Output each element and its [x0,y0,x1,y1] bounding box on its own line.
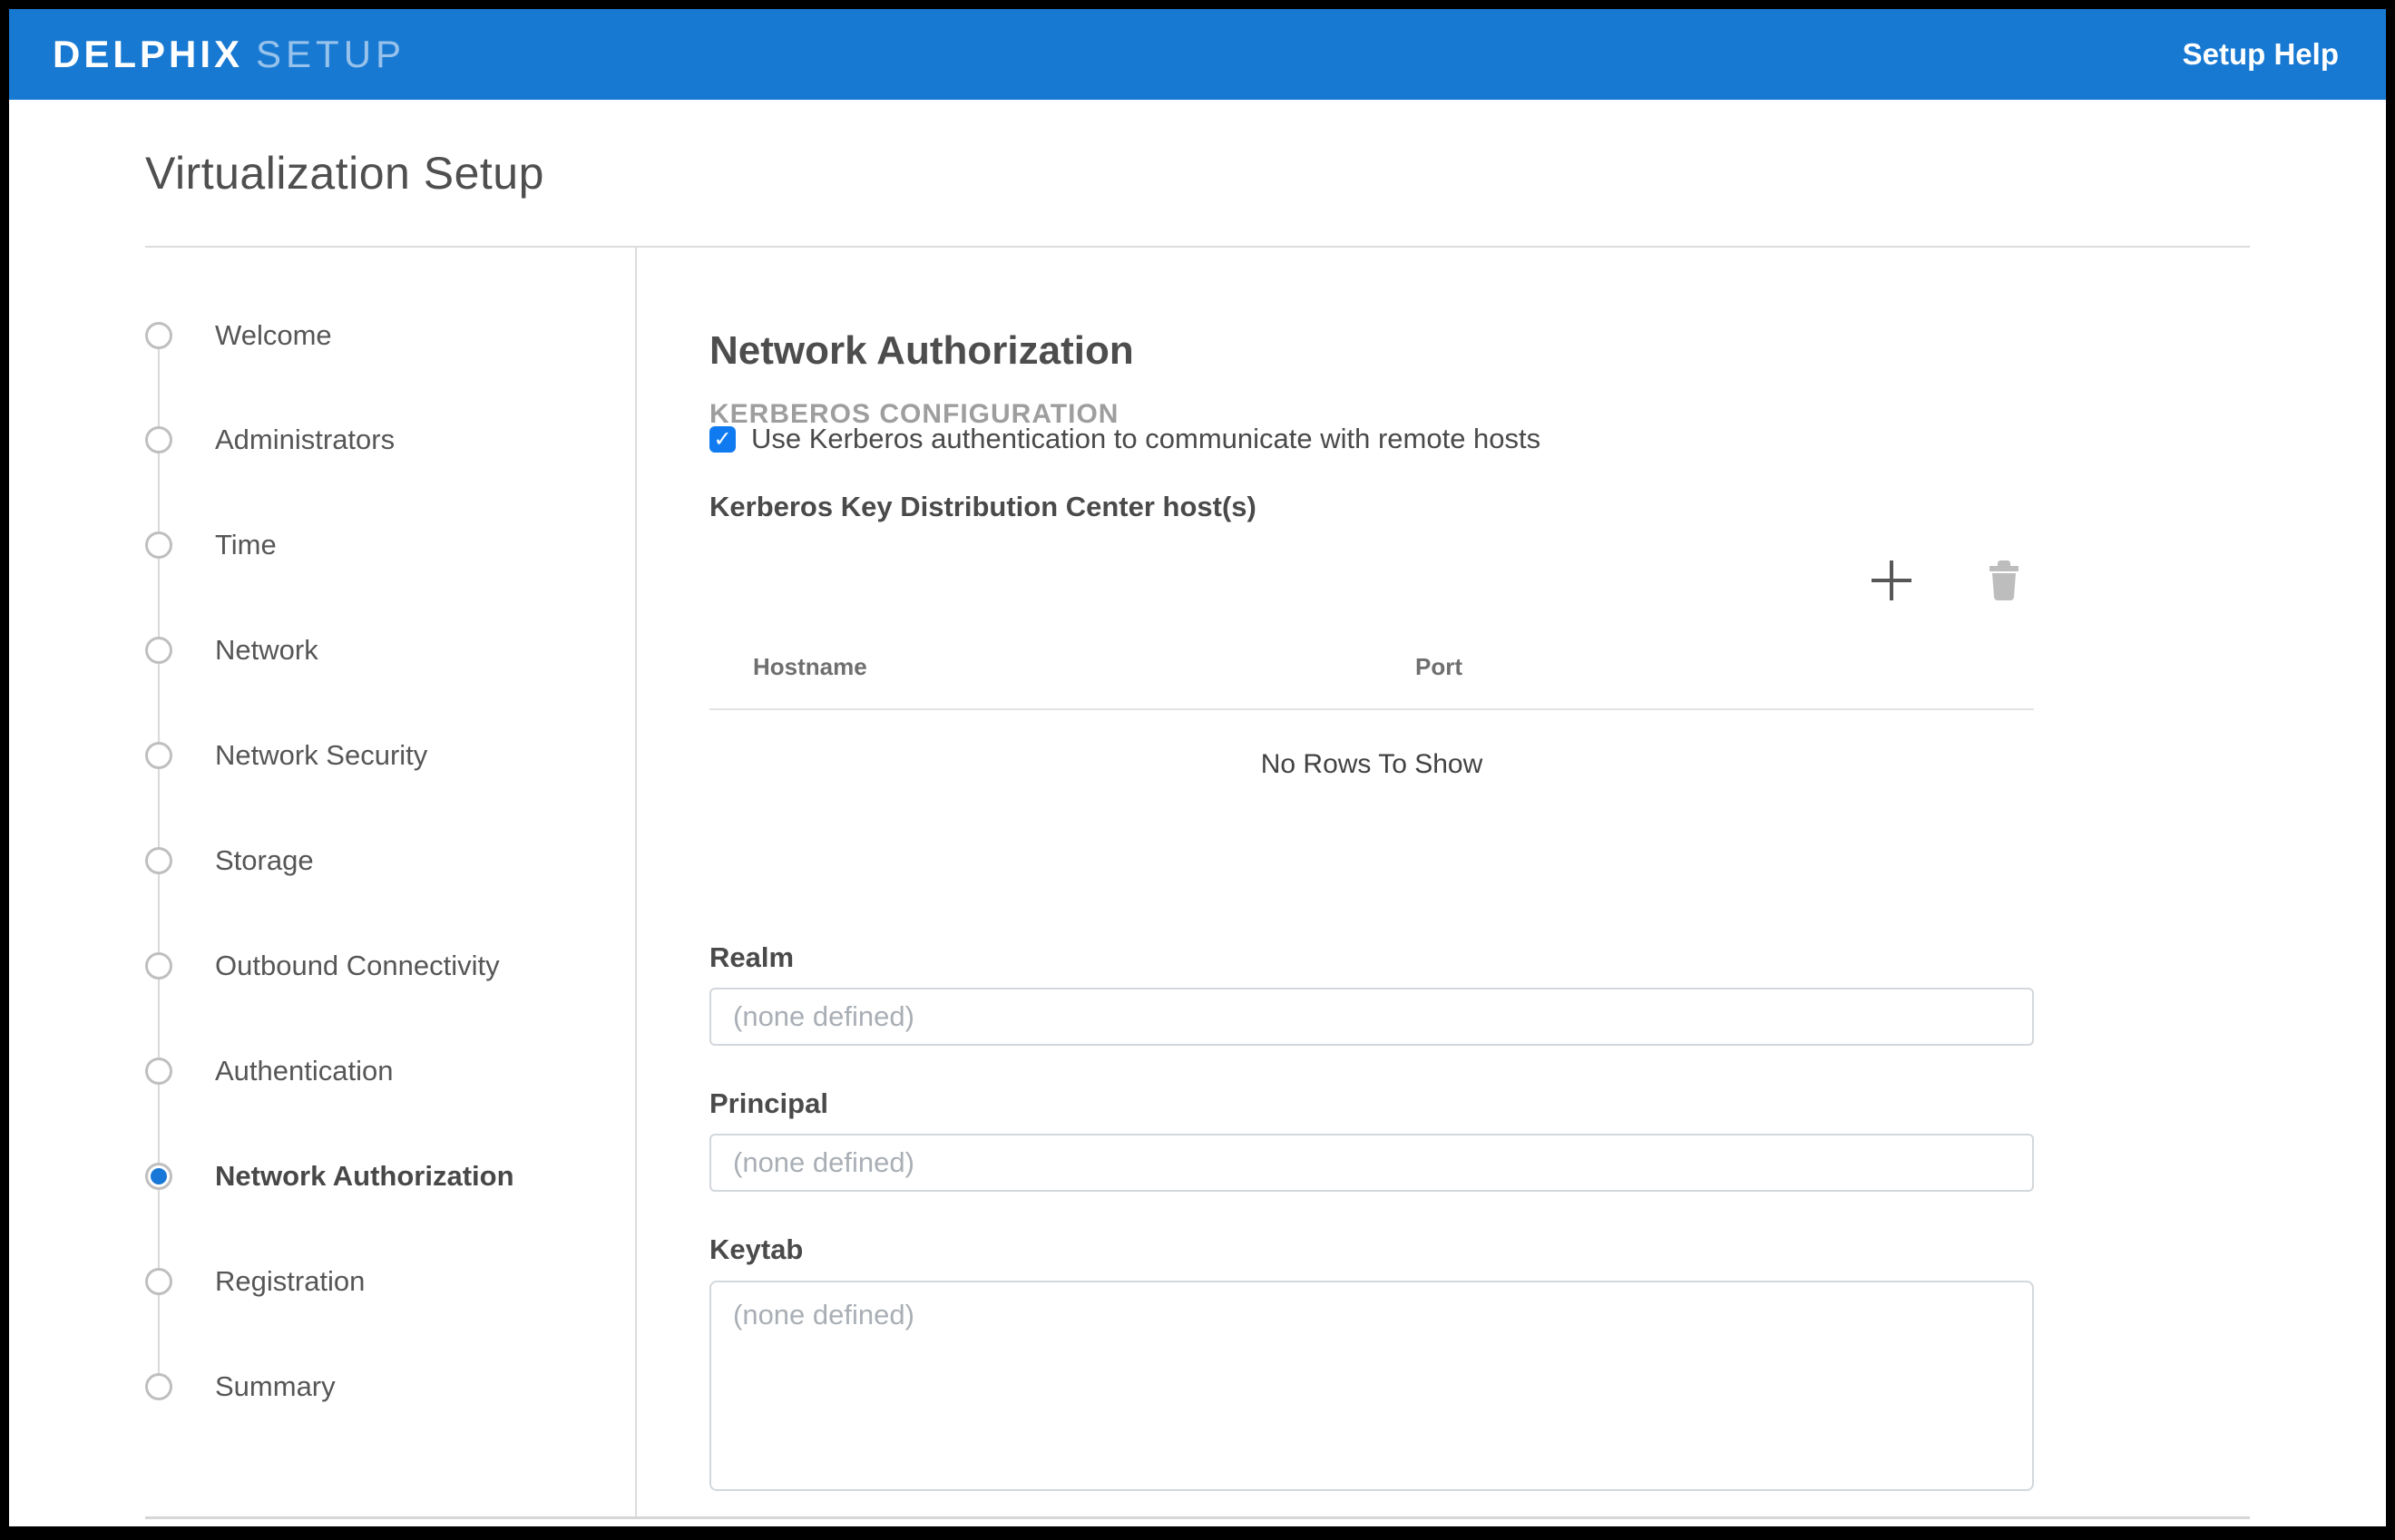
sidebar-item-label: Welcome [215,319,332,352]
sidebar-item-label: Time [215,529,277,561]
sidebar-item-network-authorization[interactable]: Network Authorization [145,1160,514,1193]
page-title: Virtualization Setup [145,147,544,200]
step-radio-icon [145,742,172,769]
sidebar-item-label: Outbound Connectivity [215,950,500,982]
keytab-label: Keytab [709,1233,803,1266]
sidebar-item-network[interactable]: Network [145,634,318,667]
principal-input[interactable] [709,1134,2034,1192]
delphix-logo: DELPHIX SETUP [53,33,406,76]
kerberos-checkbox[interactable]: ✓ [709,426,736,453]
brand-secondary: SETUP [256,33,406,76]
table-empty-message: No Rows To Show [709,749,2034,780]
kerberos-checkbox-row: ✓ Use Kerberos authentication to communi… [709,423,1540,455]
setup-help-link[interactable]: Setup Help [2183,37,2339,72]
sidebar-item-label: Network Security [215,739,427,772]
bottom-divider [145,1516,2250,1519]
kdc-hosts-label: Kerberos Key Distribution Center host(s) [709,491,1256,523]
delete-kdc-host-button[interactable] [1983,560,2025,600]
sidebar-item-label: Administrators [215,424,395,456]
sidebar-item-authentication[interactable]: Authentication [145,1055,393,1087]
column-header-hostname: Hostname [753,653,867,681]
sidebar-item-label: Storage [215,844,314,877]
app-header: DELPHIX SETUP Setup Help [9,9,2386,100]
keytab-textarea[interactable] [709,1281,2034,1491]
sidebar-item-label: Authentication [215,1055,393,1087]
realm-input[interactable] [709,988,2034,1046]
sidebar-item-administrators[interactable]: Administrators [145,424,395,456]
sidebar-item-welcome[interactable]: Welcome [145,319,332,352]
sidebar-item-label: Registration [215,1265,365,1298]
sidebar-item-outbound-connectivity[interactable]: Outbound Connectivity [145,950,500,982]
sidebar-item-label: Summary [215,1370,336,1403]
sidebar-item-network-security[interactable]: Network Security [145,739,427,772]
section-heading: Network Authorization [709,328,1134,374]
sidebar-item-registration[interactable]: Registration [145,1265,365,1298]
setup-window: DELPHIX SETUP Setup Help Virtualization … [9,9,2386,1526]
table-header-divider [709,708,2034,710]
add-kdc-host-button[interactable] [1868,557,1915,604]
kdc-table-header: Hostname Port [709,653,2034,682]
principal-label: Principal [709,1087,828,1120]
trash-icon [1983,560,2025,600]
sidebar-item-label: Network [215,634,318,667]
top-divider [145,246,2250,248]
brand-primary: DELPHIX [53,33,243,76]
step-radio-icon [145,1373,172,1400]
step-radio-icon [145,1268,172,1295]
kerberos-checkbox-label: Use Kerberos authentication to communica… [751,423,1540,455]
step-radio-icon [145,847,172,874]
step-radio-icon [145,531,172,559]
step-radio-icon [145,322,172,349]
step-radio-icon [145,1058,172,1085]
sidebar-divider [635,246,637,1516]
step-radio-icon [145,426,172,453]
sidebar-item-label: Network Authorization [215,1160,514,1193]
sidebar-item-time[interactable]: Time [145,529,277,561]
sidebar-item-storage[interactable]: Storage [145,844,314,877]
step-radio-icon [145,952,172,980]
column-header-port: Port [1415,653,1462,681]
realm-label: Realm [709,941,794,974]
step-radio-icon-active [145,1163,172,1190]
sidebar-item-summary[interactable]: Summary [145,1370,336,1403]
step-radio-icon [145,637,172,664]
